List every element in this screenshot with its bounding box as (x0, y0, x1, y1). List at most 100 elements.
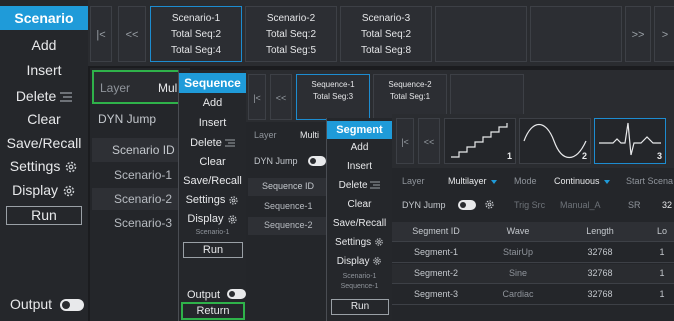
dyn-jump-toggle[interactable] (458, 200, 476, 210)
table-row[interactable]: Sequence-1 (248, 198, 330, 216)
layer-dropdown[interactable]: Multilayer (448, 176, 497, 186)
scenario-cell-title: Scenario-1 (171, 13, 221, 24)
nav-first-button[interactable]: |< (90, 6, 112, 62)
output-toggle-row[interactable]: Output (187, 285, 247, 301)
nav-prev-button[interactable]: << (270, 74, 292, 120)
menu-settings[interactable]: Settings (179, 191, 246, 209)
table-row[interactable]: Scenario-1 (92, 164, 188, 186)
list-delete-icon (224, 139, 235, 147)
menu-scenario[interactable]: Scenario (0, 6, 88, 30)
menu-add[interactable]: Add (179, 94, 246, 112)
scenario-panel: Layer Mul DYN Jump Scenario ID Scenario-… (90, 68, 190, 321)
scenario-cell-1[interactable]: Scenario-1 Total Seq:2 Total Seg:4 (150, 6, 242, 62)
table-row[interactable]: Segment-3 Cardiac 32768 1 (392, 285, 674, 305)
menu-delete[interactable]: Delete (0, 85, 88, 107)
menu-display[interactable]: Display (179, 210, 246, 228)
gear-icon (373, 257, 382, 266)
scenario-cell-seq: Total Seq:2 (265, 29, 317, 40)
segment-id-cell: Segment-2 (413, 268, 459, 278)
segment-thumb-stairup[interactable]: 1 (444, 118, 516, 164)
table-row[interactable]: Segment-1 StairUp 32768 1 (392, 243, 674, 263)
scenario-table-header: Scenario ID (92, 138, 188, 162)
gear-icon (65, 162, 77, 173)
menu-display[interactable]: Display (327, 253, 392, 270)
display-subtitle-2: Sequence-1 (340, 283, 379, 290)
nav-prev-button[interactable]: << (418, 118, 440, 164)
dyn-jump-toggle[interactable] (308, 156, 326, 166)
menu-insert[interactable]: Insert (327, 158, 392, 175)
menu-segment[interactable]: Segment (327, 121, 392, 139)
wave-cell: StairUp (502, 247, 533, 257)
layer-value: Mul (158, 81, 178, 95)
sequence-cell-seg: Total Seg:1 (389, 92, 431, 101)
menu-delete-label: Delete (15, 88, 57, 104)
nav-first-button[interactable]: |< (396, 118, 414, 164)
menu-display-label: Display (12, 182, 58, 198)
menu-delete[interactable]: Delete (179, 134, 246, 152)
menu-settings[interactable]: Settings (327, 234, 392, 251)
table-row[interactable]: Scenario-2 (92, 188, 188, 210)
trig-src-label: Trig Src (514, 200, 546, 210)
output-toggle-row[interactable]: Output (10, 296, 85, 314)
menu-insert[interactable]: Insert (0, 59, 88, 81)
menu-clear[interactable]: Clear (179, 153, 246, 171)
segment-thumb-cardiac[interactable]: 3 (594, 118, 666, 164)
sequence-id-cell: Sequence-1 (264, 201, 313, 211)
menu-insert[interactable]: Insert (179, 114, 246, 132)
nav-last-button[interactable]: > (654, 6, 674, 62)
scenario-cell-2[interactable]: Scenario-2 Total Seq:2 Total Seg:5 (245, 6, 337, 62)
menu-display[interactable]: Display (0, 179, 88, 201)
nav-prev-button[interactable]: << (118, 6, 146, 62)
scenario-cell-seq: Total Seq:2 (170, 29, 222, 40)
menu-save-recall[interactable]: Save/Recall (179, 172, 246, 190)
header-lo: Lo (656, 226, 667, 236)
table-row[interactable]: Segment-2 Sine 32768 1 (392, 264, 674, 284)
nav-first-button[interactable]: |< (248, 74, 266, 120)
menu-display-label: Display (336, 256, 370, 267)
run-button[interactable]: Run (183, 242, 243, 258)
segment-table-header: Segment ID Wave Length Lo (392, 222, 674, 242)
menu-save-recall[interactable]: Save/Recall (327, 215, 392, 232)
dyn-jump-label: DYN Jump (254, 156, 298, 166)
sequence-cell-seg: Total Seg:3 (312, 92, 354, 101)
table-row[interactable]: Scenario-3 (92, 212, 188, 234)
output-toggle[interactable] (227, 289, 247, 299)
menu-delete[interactable]: Delete (327, 177, 392, 194)
nav-next-button[interactable]: >> (625, 6, 651, 62)
gear-icon[interactable] (484, 199, 495, 210)
menu-clear[interactable]: Clear (327, 196, 392, 213)
table-row[interactable]: Sequence-2 (248, 217, 330, 235)
output-toggle[interactable] (60, 299, 85, 311)
trig-src-dropdown[interactable]: Manual_A (560, 200, 601, 210)
scenario-cell-seq: Total Seq:2 (360, 29, 412, 40)
scenario-id-cell: Scenario-3 (114, 216, 173, 230)
mode-label: Mode (514, 176, 537, 186)
thumb-index: 2 (581, 151, 587, 161)
segment-thumb-sine[interactable]: 2 (519, 118, 591, 164)
scenario-cell-title: Scenario-2 (266, 13, 316, 24)
thumb-index: 3 (656, 151, 662, 161)
return-button[interactable]: Return (181, 302, 245, 320)
menu-add[interactable]: Add (327, 139, 392, 156)
menu-clear[interactable]: Clear (0, 108, 88, 130)
gear-icon (229, 195, 239, 205)
scenario-cell-empty[interactable] (435, 6, 527, 62)
menu-settings[interactable]: Settings (0, 155, 88, 177)
menu-save-recall[interactable]: Save/Recall (0, 132, 88, 154)
layer-field[interactable]: Layer Mul (92, 70, 188, 104)
segment-strip: |< << 1 2 3 (392, 114, 674, 168)
list-delete-icon (60, 92, 73, 102)
output-label: Output (10, 296, 53, 312)
menu-add[interactable]: Add (0, 34, 88, 56)
stair-up-wave-icon (451, 123, 508, 158)
scenario-cell-title: Scenario-3 (361, 13, 411, 24)
sequence-menu: Sequence Add Insert Delete Clear Save/Re… (178, 70, 247, 321)
sequence-cell-1[interactable]: Sequence-1 Total Seg:3 (296, 74, 370, 120)
run-button[interactable]: Run (6, 206, 82, 225)
run-button[interactable]: Run (331, 299, 389, 315)
menu-settings-label: Settings (335, 237, 372, 248)
menu-sequence[interactable]: Sequence (179, 73, 246, 93)
scenario-cell-3[interactable]: Scenario-3 Total Seq:2 Total Seg:8 (340, 6, 432, 62)
mode-dropdown[interactable]: Continuous (554, 176, 610, 186)
scenario-cell-empty[interactable] (530, 6, 622, 62)
